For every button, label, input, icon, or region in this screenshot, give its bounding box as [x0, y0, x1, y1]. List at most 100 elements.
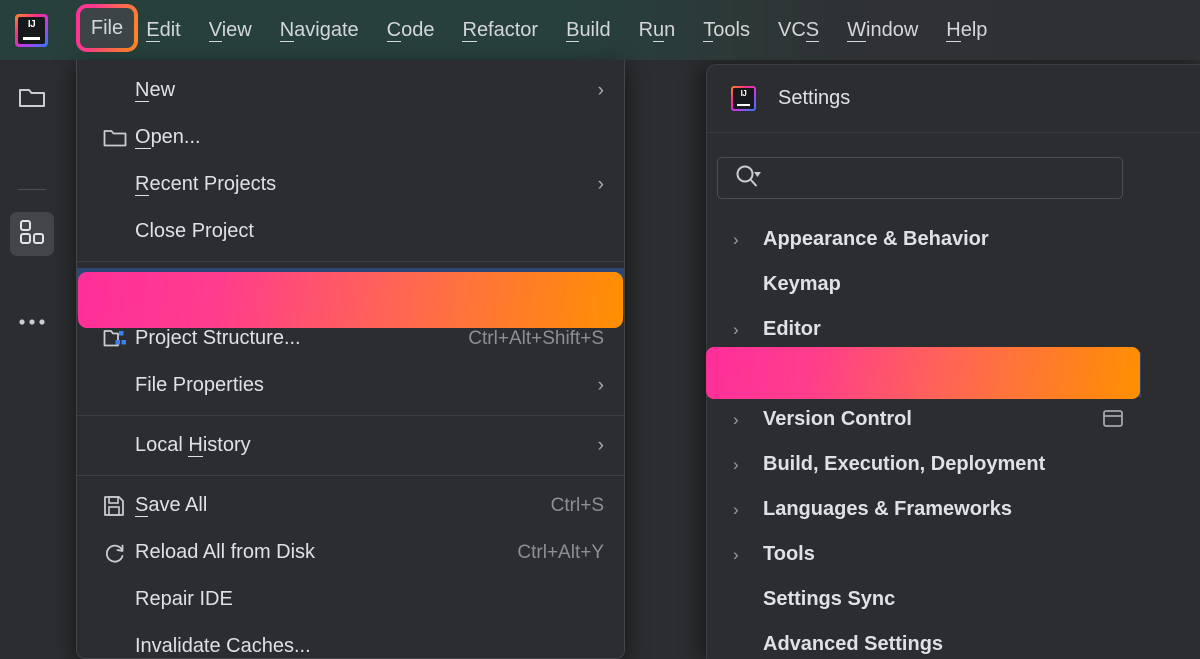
menu-separator [77, 475, 624, 476]
menu-bar-build[interactable]: Build [552, 13, 624, 48]
menu-item-label: Recent Projects [135, 173, 588, 196]
menu-item-invalidate-caches[interactable]: Invalidate Caches... [77, 623, 624, 659]
intellij-idea-window: Plugins Staff Picks [0, 0, 1200, 659]
submenu-arrow-icon: › [598, 80, 604, 102]
menu-item-new[interactable]: New › [77, 67, 624, 114]
tree-item-label: Editor [763, 318, 821, 341]
tree-item-label: Version Control [763, 408, 912, 431]
submenu-arrow-icon: › [598, 375, 604, 397]
chevron-right-icon[interactable]: › [733, 410, 763, 430]
menu-item-local-history[interactable]: Local History › [77, 422, 624, 469]
logo-letters: IJ [18, 19, 45, 30]
tree-item-label: Languages & Frameworks [763, 498, 1012, 521]
menu-item-close-project[interactable]: Close Project [77, 208, 624, 255]
tree-item-label: Plugins [763, 363, 835, 386]
tree-item-build-execution-deployment[interactable]: › Build, Execution, Deployment [707, 442, 1141, 487]
menu-item-reload-all-from-disk[interactable]: Reload All from Disk Ctrl+Alt+Y [77, 529, 624, 576]
menu-bar-window[interactable]: Window [833, 13, 932, 48]
chevron-right-icon[interactable]: › [733, 320, 763, 340]
project-tool-window-button[interactable] [10, 78, 54, 122]
menu-bar-file[interactable]: File [76, 4, 138, 52]
more-dots-icon [18, 313, 46, 331]
gear-icon [103, 280, 135, 304]
folder-icon [103, 128, 135, 148]
menu-item-settings[interactable]: Settings... Ctrl+Alt+S [77, 268, 624, 315]
tree-item-appearance-behavior[interactable]: › Appearance & Behavior [707, 217, 1141, 262]
plugins-grid-icon [19, 219, 45, 250]
menu-item-recent-projects[interactable]: Recent Projects › [77, 161, 624, 208]
menu-item-save-all[interactable]: Save All Ctrl+S [77, 482, 624, 529]
tree-item-label: Build, Execution, Deployment [763, 453, 1045, 476]
menu-bar-edit[interactable]: Edit [132, 13, 194, 48]
tree-item-keymap[interactable]: Keymap [707, 262, 1141, 307]
menu-item-label: Reload All from Disk [135, 541, 503, 564]
menu-bar-navigate[interactable]: Navigate [266, 13, 373, 48]
tree-item-tools[interactable]: › Tools [707, 532, 1141, 577]
tree-item-languages-frameworks[interactable]: › Languages & Frameworks [707, 487, 1141, 532]
menu-bar-tools[interactable]: Tools [689, 13, 764, 48]
left-tool-strip [0, 60, 64, 659]
menu-item-shortcut: Ctrl+Alt+S [517, 281, 604, 303]
save-icon [103, 495, 135, 517]
tree-item-advanced-settings[interactable]: Advanced Settings [707, 622, 1141, 659]
menu-bar-refactor[interactable]: Refactor [448, 13, 552, 48]
logo-letters: IJ [733, 89, 754, 98]
search-dropdown-icon [734, 163, 766, 194]
tool-strip-divider [18, 189, 46, 190]
tree-item-plugins[interactable]: Plugins [707, 352, 1141, 397]
menu-item-label: Open... [135, 126, 604, 149]
menu-bar-run[interactable]: Run [625, 13, 690, 48]
settings-dialog: IJ Settings › Appearance & Behavior [706, 64, 1200, 659]
menu-item-label: Save All [135, 494, 537, 517]
menu-bar-code[interactable]: Code [373, 13, 449, 48]
logo-bar [737, 104, 750, 106]
settings-category-tree: › Appearance & Behavior Keymap › Editor … [707, 217, 1141, 659]
tree-item-label: Keymap [763, 273, 841, 296]
folder-icon [18, 86, 46, 115]
chevron-right-icon[interactable]: › [733, 455, 763, 475]
main-menu-bar: IJ File Edit View Navigate Code Refactor… [0, 0, 1200, 60]
menu-bar-help[interactable]: Help [932, 13, 1001, 48]
menu-item-shortcut: Ctrl+Alt+Shift+S [468, 328, 604, 350]
tree-item-label: Tools [763, 543, 815, 566]
menu-item-file-properties[interactable]: File Properties › [77, 362, 624, 409]
logo-bar [23, 37, 40, 40]
menu-item-label: Project Structure... [135, 327, 454, 350]
tree-item-label: Settings Sync [763, 588, 895, 611]
menu-item-shortcut: Ctrl+S [551, 495, 604, 517]
menu-item-label: Close Project [135, 220, 604, 243]
tree-item-settings-sync[interactable]: Settings Sync [707, 577, 1141, 622]
plugins-tool-window-button[interactable] [10, 212, 54, 256]
menu-item-label: Repair IDE [135, 588, 604, 611]
more-tool-windows-button[interactable] [10, 300, 54, 344]
intellij-idea-logo-icon[interactable]: IJ [15, 14, 48, 47]
settings-dialog-title: Settings [778, 87, 850, 110]
chevron-right-icon[interactable]: › [733, 230, 763, 250]
chevron-right-icon[interactable]: › [733, 500, 763, 520]
submenu-arrow-icon: › [598, 435, 604, 457]
menu-bar-items: File Edit View Navigate Code Refactor Bu… [72, 0, 1001, 60]
menu-item-repair-ide[interactable]: Repair IDE [77, 576, 624, 623]
tree-item-editor[interactable]: › Editor [707, 307, 1141, 352]
menu-item-project-structure[interactable]: Project Structure... Ctrl+Alt+Shift+S [77, 315, 624, 362]
tree-item-version-control[interactable]: › Version Control [707, 397, 1141, 442]
submenu-arrow-icon: › [598, 174, 604, 196]
menu-item-label: Invalidate Caches... [135, 635, 604, 658]
menu-bar-vcs[interactable]: VCS [764, 13, 833, 48]
settings-search-input[interactable] [717, 157, 1123, 199]
menu-item-shortcut: Ctrl+Alt+Y [517, 542, 604, 564]
menu-item-open[interactable]: Open... [77, 114, 624, 161]
menu-item-label: New [135, 79, 588, 102]
menu-bar-view[interactable]: View [195, 13, 266, 48]
tree-item-label: Appearance & Behavior [763, 228, 989, 251]
tree-item-label: Advanced Settings [763, 633, 943, 656]
menu-item-label: File Properties [135, 374, 588, 397]
intellij-idea-logo-icon: IJ [731, 86, 756, 111]
chevron-right-icon[interactable]: › [733, 545, 763, 565]
reload-icon [103, 542, 135, 564]
menu-item-label: Local History [135, 434, 588, 457]
project-structure-icon [103, 328, 135, 349]
menu-item-label: Settings... [135, 280, 503, 303]
file-dropdown-menu: New › Open... Recent Projects › Close Pr… [76, 60, 625, 659]
menu-separator [77, 261, 624, 262]
